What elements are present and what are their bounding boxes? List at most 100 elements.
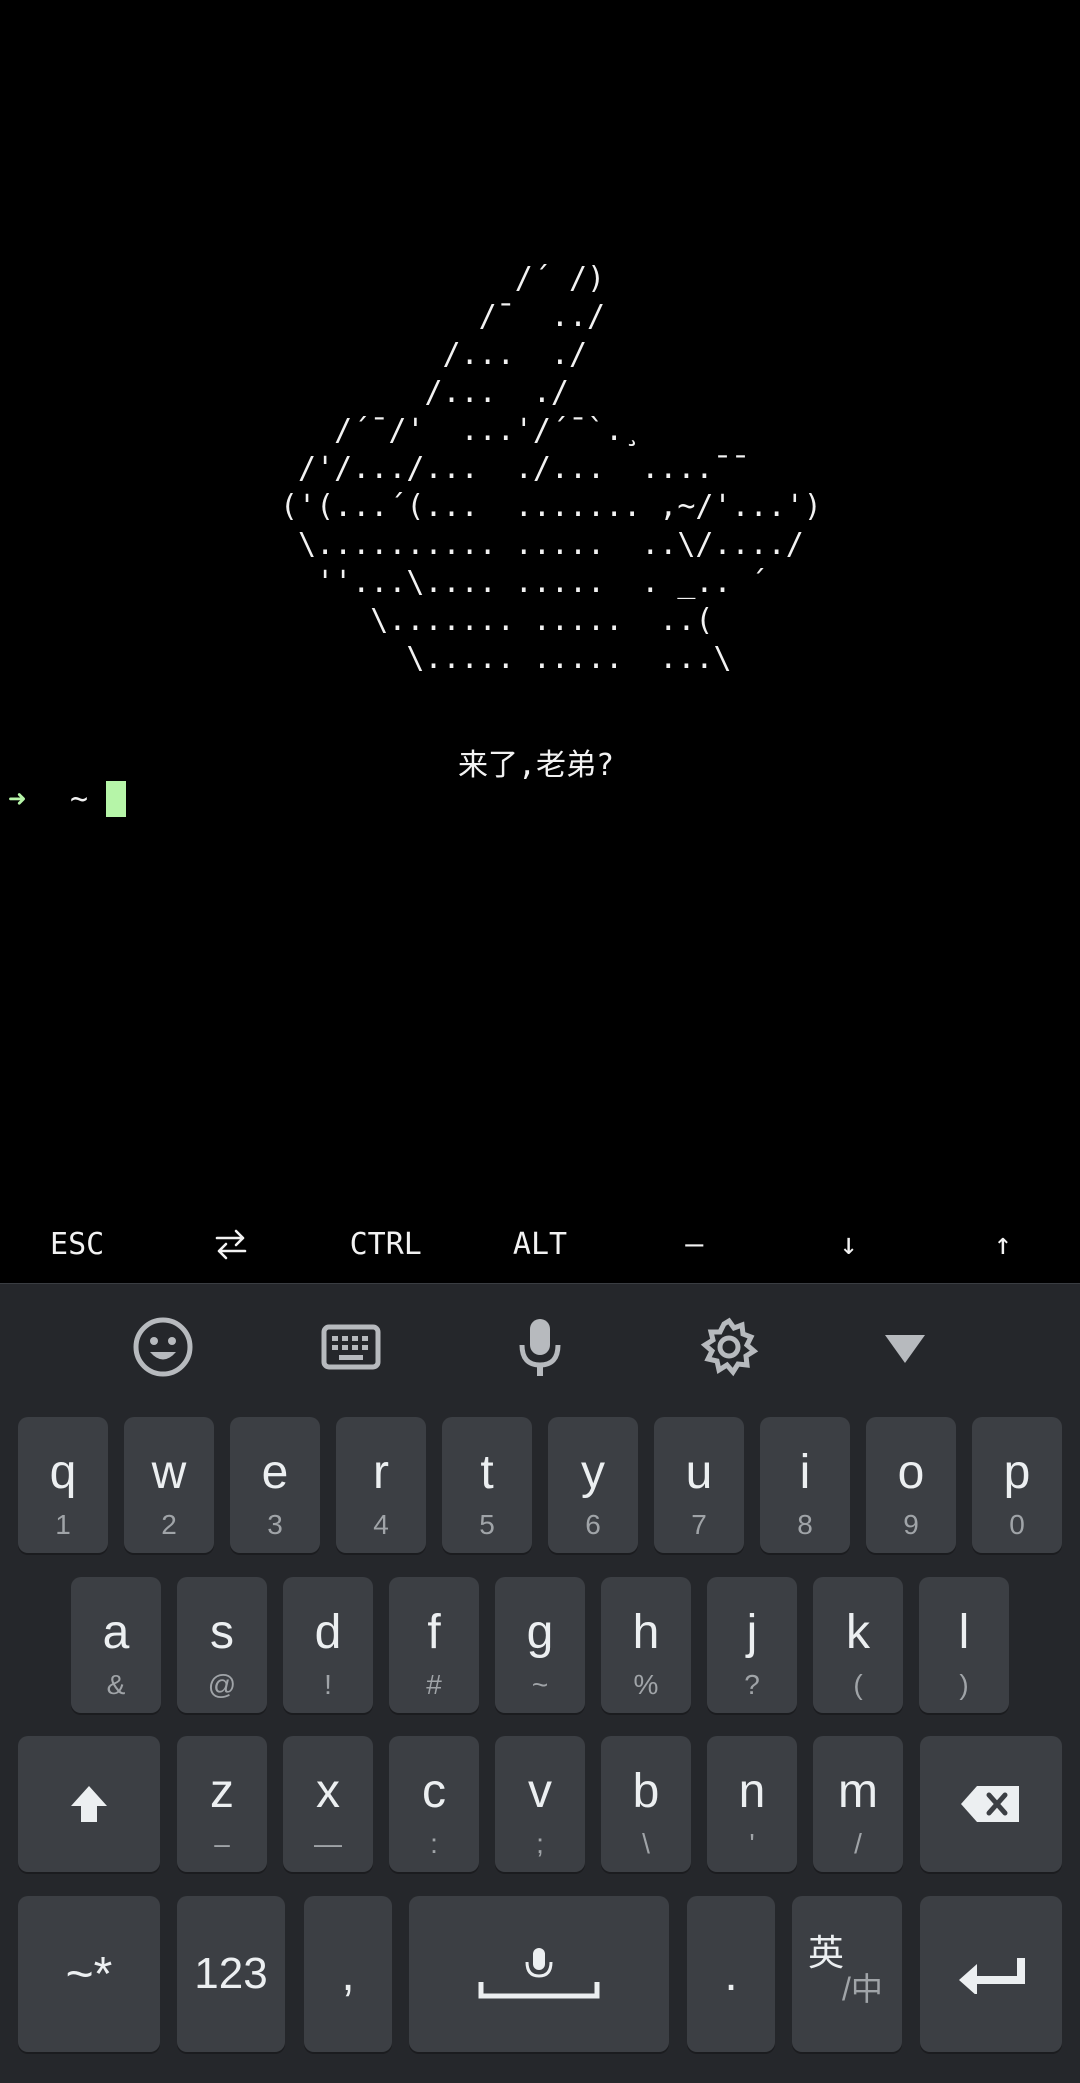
- key-b-secondary-label: \: [642, 1828, 650, 1859]
- settings-button[interactable]: [694, 1312, 764, 1382]
- key-n-secondary-label: ': [749, 1828, 755, 1859]
- alt-key[interactable]: ALT: [463, 1205, 617, 1283]
- symbols-key-label: ~*: [65, 1947, 113, 2001]
- symbols-key[interactable]: ~*: [18, 1896, 160, 2052]
- key-t-label: t: [480, 1446, 494, 1499]
- key-u[interactable]: u7: [654, 1417, 744, 1553]
- key-c-label: c: [422, 1765, 446, 1818]
- key-r[interactable]: r4: [336, 1417, 426, 1553]
- soft-keyboard: q 1 w 2 e 3 r 4 t 5 y 6 u 7 i 8 o 9 p 0 a & s @ d! f # g ~ h% j? k(l) z –…: [0, 1283, 1080, 2083]
- numbers-key[interactable]: 123: [177, 1896, 285, 2052]
- key-x[interactable]: x —: [283, 1736, 373, 1872]
- text-cursor: [106, 781, 127, 817]
- voice-input-button[interactable]: [505, 1312, 575, 1382]
- key-i[interactable]: i8: [760, 1417, 850, 1553]
- enter-key[interactable]: [920, 1896, 1062, 2052]
- key-g[interactable]: g ~: [495, 1577, 585, 1713]
- key-w-secondary-label: 2: [161, 1509, 177, 1540]
- key-z-secondary-label: –: [214, 1828, 230, 1859]
- key-m[interactable]: m /: [813, 1736, 903, 1872]
- key-v-secondary-label: ;: [536, 1828, 544, 1859]
- key-i-secondary-label: 8: [797, 1509, 813, 1540]
- key-e[interactable]: e3: [230, 1417, 320, 1553]
- key-s-label: s: [210, 1606, 234, 1659]
- key-k-secondary-label: (: [853, 1669, 863, 1700]
- key-u-label: u: [685, 1446, 713, 1499]
- gear-icon: [700, 1317, 759, 1377]
- key-u-secondary-label: 7: [691, 1509, 707, 1540]
- key-p-secondary-label: 0: [1009, 1509, 1025, 1540]
- key-p[interactable]: p0: [972, 1417, 1062, 1553]
- prompt-arrow-icon: ➜: [8, 781, 27, 817]
- key-z-label: z: [210, 1765, 234, 1818]
- language-key-primary: 英: [808, 1932, 845, 1973]
- key-z[interactable]: z –: [177, 1736, 267, 1872]
- emoji-button[interactable]: [128, 1312, 198, 1382]
- key-j-secondary-label: ?: [744, 1669, 760, 1700]
- space-key[interactable]: [409, 1896, 669, 2052]
- key-n-label: n: [738, 1765, 766, 1818]
- key-y-secondary-label: 6: [585, 1509, 601, 1540]
- key-m-label: m: [838, 1765, 878, 1818]
- key-l[interactable]: l): [919, 1577, 1009, 1713]
- triangle-down-icon: [885, 1335, 925, 1363]
- key-o-secondary-label: 9: [903, 1509, 919, 1540]
- key-k[interactable]: k(: [813, 1577, 903, 1713]
- keyboard-toolbar: [0, 1284, 1080, 1414]
- key-b-label: b: [632, 1765, 660, 1818]
- numbers-key-label: 123: [194, 1949, 268, 1998]
- language-switch-key[interactable]: 英/中: [792, 1896, 902, 2052]
- greeting-text: 来了,老弟?: [458, 748, 615, 783]
- key-l-label: l: [958, 1606, 970, 1659]
- swap-arrows-icon: [216, 1229, 247, 1260]
- down-arrow-key[interactable]: ↓: [771, 1205, 925, 1283]
- key-i-label: i: [799, 1446, 811, 1499]
- up-arrow-key[interactable]: ↑: [926, 1205, 1080, 1283]
- key-a[interactable]: a &: [71, 1577, 161, 1713]
- key-d[interactable]: d!: [283, 1577, 373, 1713]
- key-t-secondary-label: 5: [479, 1509, 495, 1540]
- esc-key[interactable]: ESC: [0, 1205, 154, 1283]
- shift-key[interactable]: [18, 1736, 160, 1872]
- key-o[interactable]: o9: [866, 1417, 956, 1553]
- backspace-icon: [920, 1736, 1062, 1872]
- dash-key[interactable]: —: [617, 1205, 771, 1283]
- key-e-label: e: [261, 1446, 289, 1499]
- ascii-art-banner: /´ /) /¯ ../ /... ./ /... ./ /´¯/' ...'/…: [280, 261, 822, 676]
- key-y[interactable]: y6: [548, 1417, 638, 1553]
- key-c-secondary-label: :: [430, 1828, 438, 1859]
- key-t[interactable]: t5: [442, 1417, 532, 1553]
- shift-arrow-icon: [18, 1736, 160, 1872]
- ctrl-key[interactable]: CTRL: [309, 1205, 463, 1283]
- backspace-key[interactable]: [920, 1736, 1062, 1872]
- key-s[interactable]: s @: [177, 1577, 267, 1713]
- key-v[interactable]: v;: [495, 1736, 585, 1872]
- key-k-label: k: [846, 1606, 870, 1659]
- period-key[interactable]: .: [687, 1896, 775, 2052]
- key-q[interactable]: q1: [18, 1417, 108, 1553]
- key-w[interactable]: w2: [124, 1417, 214, 1553]
- key-q-label: q: [49, 1446, 77, 1499]
- key-p-label: p: [1003, 1446, 1031, 1499]
- keyboard-switch-button[interactable]: [316, 1312, 386, 1382]
- key-f[interactable]: f #: [389, 1577, 479, 1713]
- key-e-secondary-label: 3: [267, 1509, 283, 1540]
- key-h[interactable]: h%: [601, 1577, 691, 1713]
- shell-prompt: ➜ ~: [8, 779, 127, 819]
- tab-key[interactable]: [154, 1205, 308, 1283]
- key-b[interactable]: b \: [601, 1736, 691, 1872]
- key-n[interactable]: n ': [707, 1736, 797, 1872]
- terminal-view[interactable]: /´ /) /¯ ../ /... ./ /... ./ /´¯/' ...'/…: [0, 0, 1080, 1205]
- key-o-label: o: [897, 1446, 925, 1499]
- key-s-secondary-label: @: [207, 1669, 237, 1700]
- key-j[interactable]: j?: [707, 1577, 797, 1713]
- comma-key[interactable]: ,: [304, 1896, 392, 2052]
- key-j-label: j: [746, 1606, 758, 1659]
- key-c[interactable]: c:: [389, 1736, 479, 1872]
- emoji-icon: [133, 1317, 193, 1377]
- key-a-label: a: [102, 1606, 130, 1659]
- hide-keyboard-button[interactable]: [870, 1312, 940, 1382]
- key-f-label: f: [427, 1606, 441, 1659]
- language-key-secondary: /中: [842, 1971, 883, 2007]
- prompt-directory: ~: [70, 781, 89, 817]
